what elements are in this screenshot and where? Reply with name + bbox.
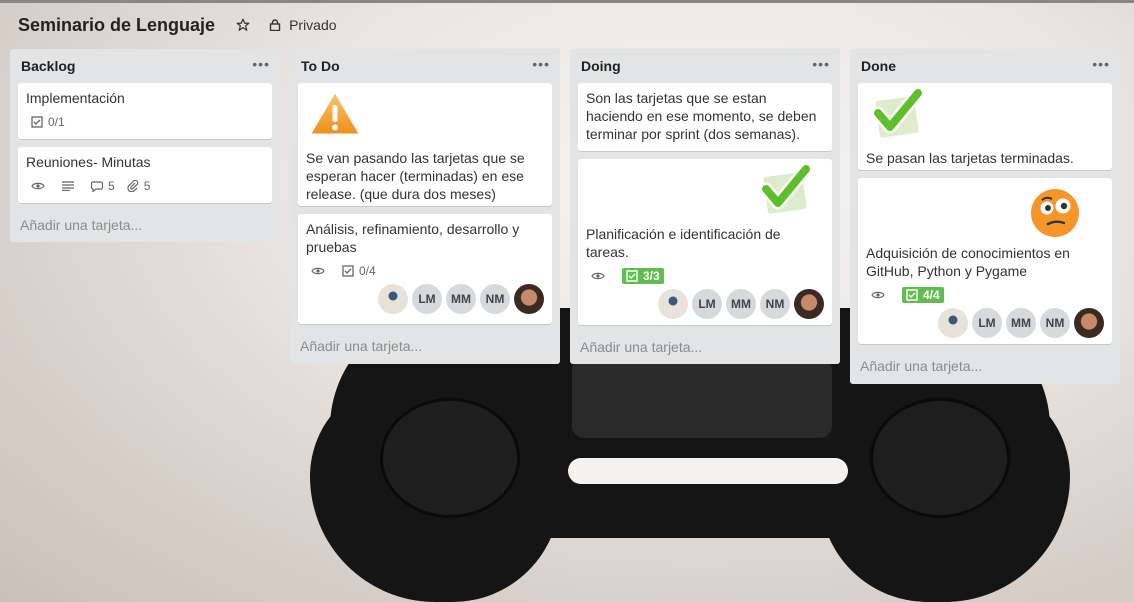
board-title[interactable]: Seminario de Lenguaje (18, 15, 215, 36)
card-title: Implementación (26, 90, 125, 106)
watch-badge (311, 266, 330, 276)
paperclip-icon (127, 180, 138, 192)
list-done: Done ••• Se pasan las tarjetas terminada… (850, 49, 1120, 384)
avatar[interactable] (378, 284, 408, 314)
card-members: LM MM NM (306, 284, 544, 314)
privacy-label: Privado (289, 17, 337, 33)
description-icon (62, 181, 74, 191)
card-reuniones-minutas[interactable]: Reuniones- Minutas 5 5 (18, 147, 272, 203)
card-title: Análisis, refinamiento, desarrollo y pru… (306, 221, 520, 255)
avatar[interactable]: LM (692, 289, 722, 319)
card-title: Se van pasando las tarjetas que se esper… (306, 150, 525, 202)
list-backlog: Backlog ••• Implementación 0/1 Reuniones… (10, 49, 280, 242)
list-doing: Doing ••• Son las tarjetas que se estan … (570, 49, 840, 364)
list-title: Done (861, 58, 896, 74)
card-analisis[interactable]: Análisis, refinamiento, desarrollo y pru… (298, 214, 552, 324)
add-card-button[interactable]: Añadir una tarjeta... (10, 211, 280, 245)
avatar[interactable] (1074, 308, 1104, 338)
board-header: Seminario de Lenguaje Privado (0, 3, 1134, 47)
watch-badge (591, 271, 610, 281)
add-card-button[interactable]: Añadir una tarjeta... (850, 352, 1120, 386)
card-instructions-done[interactable]: Se pasan las tarjetas terminadas. (858, 83, 1112, 170)
checkmark-icon (759, 162, 813, 217)
attachments-badge: 5 (127, 179, 150, 193)
avatar[interactable]: MM (1006, 308, 1036, 338)
avatar[interactable]: MM (726, 289, 756, 319)
card-title: Adquisición de conocimientos en GitHub, … (866, 245, 1070, 279)
emoji-face-icon (1028, 186, 1082, 240)
list-title: Doing (581, 58, 621, 74)
checklist-complete-badge: 4/4 (902, 287, 944, 303)
avatar[interactable]: LM (972, 308, 1002, 338)
card-title: Planificación e identificación de tareas… (586, 226, 781, 260)
eye-icon (591, 272, 605, 280)
card-planificacion[interactable]: Planificación e identificación de tareas… (578, 159, 832, 325)
add-card-button[interactable]: Añadir una tarjeta... (290, 332, 560, 366)
card-title: Se pasan las tarjetas terminadas. (866, 150, 1074, 166)
eye-icon (31, 182, 45, 190)
watch-badge (871, 290, 890, 300)
checklist-icon (626, 270, 638, 282)
card-instructions-todo[interactable]: Se van pasando las tarjetas que se esper… (298, 83, 552, 206)
card-instructions-doing[interactable]: Son las tarjetas que se estan haciendo e… (578, 83, 832, 151)
comment-icon (91, 180, 103, 192)
description-badge (62, 181, 79, 191)
watch-badge (31, 181, 50, 191)
privacy-button[interactable]: Privado (269, 17, 337, 33)
list-title: To Do (301, 58, 340, 74)
avatar[interactable]: LM (412, 284, 442, 314)
card-title: Son las tarjetas que se estan haciendo e… (586, 90, 817, 142)
list-menu-icon[interactable]: ••• (532, 57, 550, 71)
checklist-icon (31, 116, 43, 128)
avatar[interactable] (514, 284, 544, 314)
avatar[interactable] (938, 308, 968, 338)
checklist-complete-badge: 3/3 (622, 268, 664, 284)
list-menu-icon[interactable]: ••• (252, 57, 270, 71)
card-title: Reuniones- Minutas (26, 154, 151, 170)
checklist-badge: 0/4 (342, 264, 376, 278)
checklist-icon (906, 289, 918, 301)
list-menu-icon[interactable]: ••• (1092, 57, 1110, 71)
avatar[interactable]: NM (480, 284, 510, 314)
comments-badge: 5 (91, 179, 115, 193)
avatar[interactable]: MM (446, 284, 476, 314)
avatar[interactable]: NM (760, 289, 790, 319)
lock-icon (269, 19, 281, 31)
avatar[interactable] (658, 289, 688, 319)
avatar[interactable]: NM (1040, 308, 1070, 338)
card-members: LM MM NM (866, 308, 1104, 338)
checkmark-icon (871, 86, 925, 141)
list-to-do: To Do ••• Se van pasando las tarjetas qu… (290, 49, 560, 364)
checklist-badge: 0/1 (31, 115, 65, 129)
card-implementacion[interactable]: Implementación 0/1 (18, 83, 272, 139)
eye-icon (311, 267, 325, 275)
warning-icon (307, 89, 363, 137)
add-card-button[interactable]: Añadir una tarjeta... (570, 333, 840, 367)
eye-icon (871, 291, 885, 299)
list-menu-icon[interactable]: ••• (812, 57, 830, 71)
card-adquisicion[interactable]: Adquisición de conocimientos en GitHub, … (858, 178, 1112, 344)
list-title: Backlog (21, 58, 76, 74)
star-icon[interactable] (235, 17, 251, 33)
avatar[interactable] (794, 289, 824, 319)
checklist-icon (342, 265, 354, 277)
card-members: LM MM NM (586, 289, 824, 319)
